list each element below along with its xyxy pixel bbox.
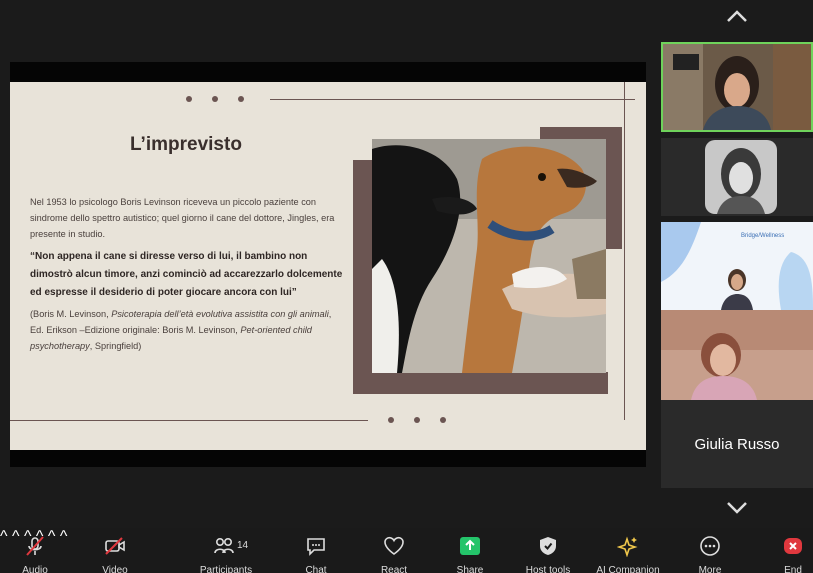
participant-video-tile[interactable] <box>661 138 813 216</box>
divider-line-bottom <box>10 420 368 421</box>
dogs-photo <box>372 139 606 373</box>
participant-video <box>661 310 813 400</box>
participants-icon <box>214 537 234 554</box>
dot <box>414 417 420 423</box>
more-icon <box>700 536 720 556</box>
more-label: More <box>698 565 722 573</box>
meeting-toolbar: Audio ^ Video ^ 14 Participants ^ Chat ^ <box>0 528 813 573</box>
chevron-down-icon[interactable] <box>726 500 748 521</box>
decorative-dots-top <box>186 96 244 102</box>
participant-video: Bridge/Wellness <box>661 222 813 310</box>
slide-tile-text: Bridge/Wellness <box>741 233 784 239</box>
shared-screen: L’imprevisto Nel 1953 lo psicologo Boris… <box>0 0 660 528</box>
ai-companion-label: AI Companion <box>596 565 660 573</box>
participant-name: Giulia Russo <box>694 435 780 453</box>
participant-video-tile[interactable] <box>661 310 813 400</box>
end-button[interactable]: End <box>775 528 811 573</box>
participant-video <box>661 138 813 216</box>
intro-paragraph: Nel 1953 lo psicologo Boris Levinson ric… <box>30 197 335 239</box>
quote-paragraph: “Non appena il cane si diresse verso di … <box>30 251 343 298</box>
video-gallery: Bridge/Wellness Giulia Russo <box>660 0 813 528</box>
divider-line-right <box>624 82 625 420</box>
host-tools-label: Host tools <box>525 565 571 573</box>
ai-companion-button[interactable]: AI Companion <box>590 528 666 573</box>
divider-line-top <box>270 99 635 100</box>
end-call-icon <box>784 538 802 554</box>
shield-icon <box>540 537 556 555</box>
participants-label: Participants <box>199 565 253 573</box>
photo-frame-accent <box>353 372 608 394</box>
react-label: React <box>380 565 408 573</box>
participants-button[interactable]: 14 Participants <box>195 528 257 573</box>
audio-label: Audio <box>22 565 48 573</box>
dot <box>212 96 218 102</box>
sparkle-icon <box>617 536 638 557</box>
host-tools-button[interactable]: Host tools <box>520 528 576 573</box>
share-label: Share <box>456 565 484 573</box>
chat-button[interactable]: Chat <box>296 528 336 573</box>
participant-video-tile-speaking[interactable] <box>661 42 813 132</box>
dot <box>186 96 192 102</box>
chat-label: Chat <box>305 565 327 573</box>
video-label: Video <box>102 565 128 573</box>
slide-title: L’imprevisto <box>130 134 242 155</box>
react-button[interactable]: React <box>374 528 414 573</box>
end-label: End <box>784 565 802 573</box>
dot <box>238 96 244 102</box>
citation-part: , Springfield) <box>89 341 142 351</box>
more-button[interactable]: More <box>690 528 730 573</box>
share-screen-icon <box>460 537 480 555</box>
dot <box>440 417 446 423</box>
share-options-caret[interactable]: ^ <box>60 528 68 545</box>
microphone-muted-icon <box>26 536 44 556</box>
chevron-up-icon[interactable] <box>726 8 748 29</box>
dot <box>388 417 394 423</box>
participant-video <box>663 44 811 130</box>
slide-body: Nel 1953 lo psicologo Boris Levinson ric… <box>30 194 345 360</box>
decorative-dots-bottom <box>388 417 446 423</box>
dogs-illustration <box>372 139 606 373</box>
audio-options-caret[interactable]: ^ <box>0 528 8 545</box>
share-button[interactable]: Share <box>450 528 490 573</box>
video-camera-off-icon <box>105 537 125 555</box>
citation-book-italian: Psicoterapia dell’età evolutiva assistit… <box>111 309 329 319</box>
participant-name-tile[interactable]: Giulia Russo <box>661 400 813 488</box>
audio-button[interactable]: Audio <box>15 528 55 573</box>
citation-part: (Boris M. Levinson, <box>30 309 112 319</box>
participant-video-tile[interactable]: Bridge/Wellness <box>661 222 813 310</box>
participants-count: 14 <box>237 540 249 551</box>
chat-icon <box>307 538 325 556</box>
citation-paragraph: (Boris M. Levinson, Psicoterapia dell’et… <box>30 306 345 354</box>
video-button[interactable]: Video <box>92 528 138 573</box>
presentation-slide: L’imprevisto Nel 1953 lo psicologo Boris… <box>10 82 646 450</box>
heart-icon <box>384 536 404 555</box>
